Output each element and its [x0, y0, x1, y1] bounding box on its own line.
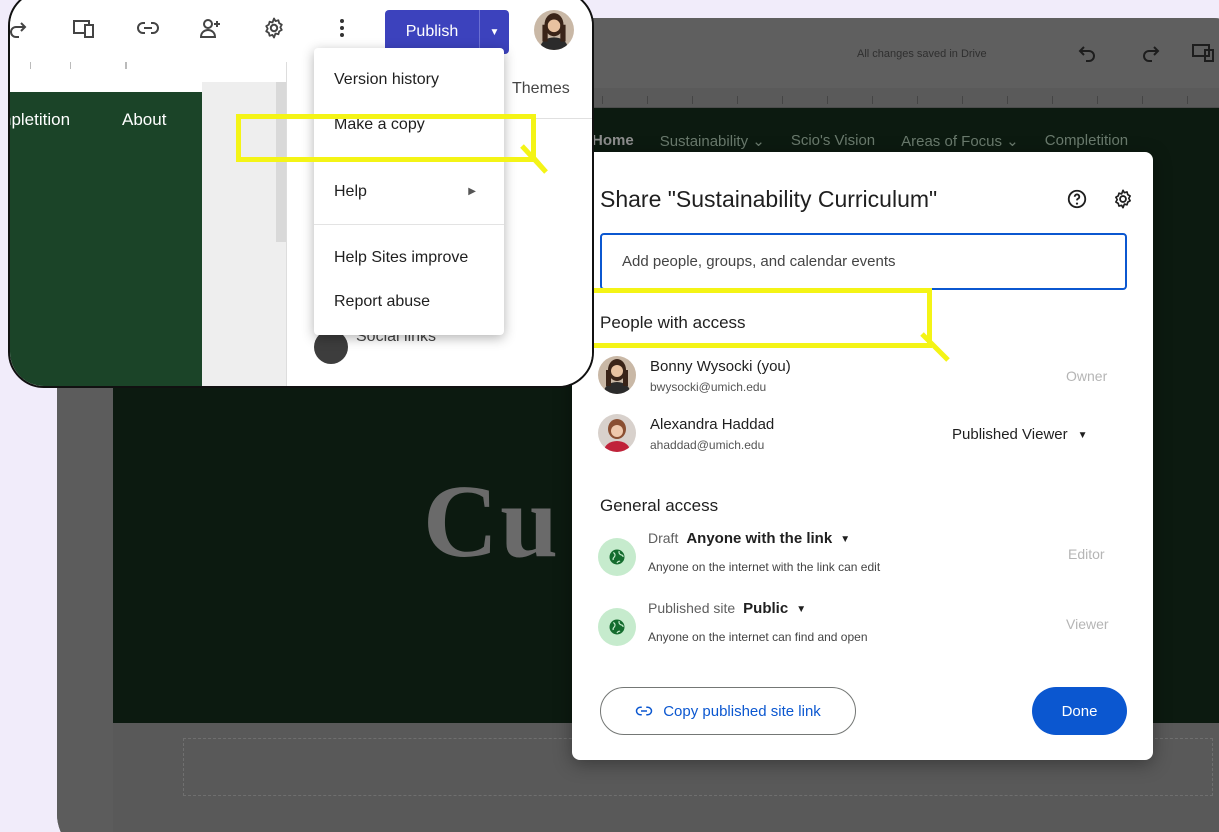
- account-avatar[interactable]: [534, 10, 574, 50]
- site-nav-about[interactable]: About: [122, 110, 166, 130]
- access-row-draft: Draft Anyone with the link ▼ Anyone on the…: [598, 530, 1138, 580]
- canvas-scrollbar[interactable]: [276, 82, 286, 242]
- general-access-heading: General access: [600, 496, 719, 515]
- published-access-dropdown[interactable]: Public: [743, 600, 788, 617]
- annotation-highlight: [236, 114, 536, 162]
- globe-icon: [598, 608, 636, 646]
- annotation-highlight: [560, 288, 932, 348]
- annotation-tail: [920, 332, 950, 362]
- access-description: Anyone on the internet can find and open: [648, 630, 868, 644]
- menu-divider: [314, 224, 504, 225]
- avatar: [598, 414, 636, 452]
- undo-icon[interactable]: [1075, 40, 1099, 64]
- preview-device-icon[interactable]: [1191, 40, 1215, 64]
- access-role: Editor: [1068, 546, 1105, 562]
- site-nav-areas[interactable]: Areas of Focus ⌄: [901, 132, 1019, 150]
- access-role: Viewer: [1066, 616, 1109, 632]
- person-name: Alexandra Haddad: [650, 416, 775, 433]
- help-icon[interactable]: [1066, 188, 1088, 210]
- preview-device-icon[interactable]: [72, 16, 96, 40]
- dropdown-arrow-icon: ▼: [1077, 429, 1088, 441]
- site-nav: Home Sustainability ⌄ Scio's Vision Area…: [592, 132, 1128, 150]
- site-hero-title: Cu: [423, 464, 560, 579]
- add-people-input[interactable]: [600, 233, 1127, 290]
- more-options-menu: Version history Make a copy Help ▶ Help S…: [314, 48, 504, 335]
- person-row: Alexandra Haddad ahaddad@umich.edu Publi…: [598, 414, 1138, 460]
- zoom-callout: Publish ▼ npletition About Themes Social…: [8, 0, 594, 388]
- redo-icon[interactable]: [8, 16, 30, 40]
- menu-item-help[interactable]: Help ▶: [314, 172, 504, 212]
- dropdown-arrow-icon[interactable]: ▼: [840, 534, 850, 545]
- menu-item-report-abuse[interactable]: Report abuse: [314, 282, 504, 322]
- link-icon: [635, 706, 653, 716]
- done-button[interactable]: Done: [1032, 687, 1127, 735]
- dropdown-arrow-icon[interactable]: ▼: [796, 604, 806, 615]
- share-add-person-icon[interactable]: [198, 16, 222, 40]
- social-links-icon: [314, 330, 348, 364]
- globe-icon: [598, 538, 636, 576]
- share-dialog-title: Share "Sustainability Curriculum": [600, 186, 938, 212]
- person-role-dropdown[interactable]: Published Viewer ▼: [952, 426, 1088, 443]
- tab-themes[interactable]: Themes: [512, 80, 570, 98]
- link-icon[interactable]: [136, 16, 160, 40]
- access-description: Anyone on the internet with the link can…: [648, 560, 881, 574]
- site-nav-home[interactable]: Home: [592, 132, 634, 150]
- access-label: Draft Anyone with the link ▼: [648, 530, 851, 547]
- share-dialog: Share "Sustainability Curriculum" People…: [572, 152, 1153, 760]
- settings-gear-icon[interactable]: [1112, 188, 1134, 210]
- person-role: Owner: [1066, 368, 1108, 384]
- person-row: Bonny Wysocki (you) bwysocki@umich.edu O…: [598, 356, 1138, 402]
- person-name: Bonny Wysocki (you): [650, 358, 791, 375]
- site-nav-completition[interactable]: npletition: [10, 110, 70, 130]
- save-status: All changes saved in Drive: [857, 48, 987, 60]
- site-header-section: [10, 92, 202, 386]
- person-email: bwysocki@umich.edu: [650, 380, 767, 394]
- chevron-down-icon: ▼: [489, 26, 500, 38]
- access-row-published: Published site Public ▼ Anyone on the inte…: [598, 600, 1138, 650]
- access-label: Published site Public ▼: [648, 600, 807, 617]
- site-nav-completition[interactable]: Completition: [1045, 132, 1128, 150]
- draft-access-dropdown[interactable]: Anyone with the link: [686, 530, 832, 547]
- redo-icon[interactable]: [1139, 40, 1163, 64]
- menu-item-version-history[interactable]: Version history: [314, 60, 504, 100]
- annotation-tail: [520, 144, 548, 174]
- menu-item-help-sites-improve[interactable]: Help Sites improve: [314, 238, 504, 278]
- submenu-arrow-icon: ▶: [468, 186, 476, 197]
- editor-toolbar: Publish ▼: [10, 0, 592, 62]
- copy-published-link-button[interactable]: Copy published site link: [600, 687, 856, 735]
- settings-gear-icon[interactable]: [262, 16, 286, 40]
- avatar: [598, 356, 636, 394]
- person-email: ahaddad@umich.edu: [650, 438, 765, 452]
- site-nav-vision[interactable]: Scio's Vision: [791, 132, 875, 150]
- more-options-icon[interactable]: [330, 16, 354, 40]
- copy-link-label: Copy published site link: [663, 702, 821, 720]
- site-nav-sustainability[interactable]: Sustainability ⌄: [660, 132, 765, 150]
- editor-ruler: [10, 62, 286, 72]
